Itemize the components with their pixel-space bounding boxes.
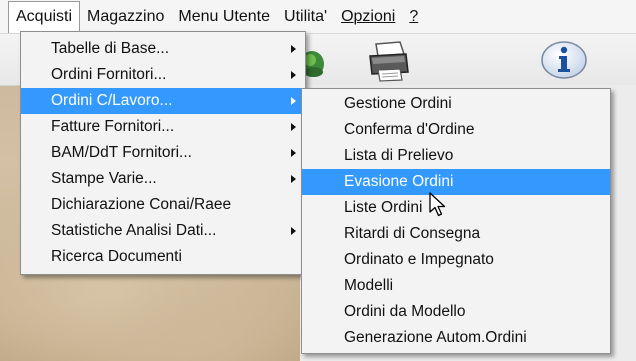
menu-item-bam-ddt-fornitori[interactable]: BAM/DdT Fornitori... xyxy=(21,140,305,166)
menu-item-ordini-clavoro[interactable]: Ordini C/Lavoro... xyxy=(21,88,305,114)
submenu-arrow-icon xyxy=(289,140,297,166)
menu-item-fatture-fornitori[interactable]: Fatture Fornitori... xyxy=(21,114,305,140)
submenu-item-liste-ordini[interactable]: Liste Ordini xyxy=(302,195,610,221)
submenu-arrow-icon xyxy=(289,166,297,192)
submenu-item-gestione-ordini[interactable]: Gestione Ordini xyxy=(302,91,610,117)
menu-item-label: Ricerca Documenti xyxy=(51,248,182,265)
submenu-item-lista-di-prelievo[interactable]: Lista di Prelievo xyxy=(302,143,610,169)
menu-item-label: BAM/DdT Fornitori... xyxy=(51,144,192,161)
info-icon[interactable] xyxy=(540,38,588,82)
submenu-item-ritardi-di-consegna[interactable]: Ritardi di Consegna xyxy=(302,221,610,247)
menu-acquisti[interactable]: Acquisti xyxy=(8,0,81,33)
submenu-item-conferma-ordine[interactable]: Conferma d'Ordine xyxy=(302,117,610,143)
submenu-item-modelli[interactable]: Modelli xyxy=(302,273,610,299)
menu-menu-utente[interactable]: Menu Utente xyxy=(171,2,277,32)
submenu-item-generazione-autom-ordini[interactable]: Generazione Autom.Ordini xyxy=(302,325,610,351)
acquisti-dropdown: Tabelle di Base... Ordini Fornitori... O… xyxy=(20,31,306,275)
menu-item-ricerca-documenti[interactable]: Ricerca Documenti xyxy=(21,244,305,270)
submenu-arrow-icon xyxy=(289,62,297,88)
menu-item-label: Statistiche Analisi Dati... xyxy=(51,222,217,239)
mouse-cursor-icon xyxy=(429,192,447,223)
submenu-arrow-icon xyxy=(289,218,297,244)
submenu-arrow-icon xyxy=(289,114,297,140)
menubar: Acquisti Magazzino Menu Utente Utilita' … xyxy=(0,0,636,34)
submenu-item-ordinato-e-impegnato[interactable]: Ordinato e Impegnato xyxy=(302,247,610,273)
menu-item-statistiche-analisi-dati[interactable]: Statistiche Analisi Dati... xyxy=(21,218,305,244)
menu-item-label: Fatture Fornitori... xyxy=(51,118,175,135)
menu-opzioni[interactable]: Opzioni xyxy=(334,2,402,32)
menu-magazzino[interactable]: Magazzino xyxy=(80,2,171,32)
submenu-arrow-icon xyxy=(289,88,297,114)
menu-item-dichiarazione-conai-raee[interactable]: Dichiarazione Conai/Raee xyxy=(21,192,305,218)
submenu-item-evasione-ordini[interactable]: Evasione Ordini xyxy=(302,169,610,195)
menu-item-label: Ordini Fornitori... xyxy=(51,66,167,83)
ordini-clavoro-submenu: Gestione Ordini Conferma d'Ordine Lista … xyxy=(301,88,611,354)
menu-item-label: Ordini C/Lavoro... xyxy=(51,92,173,109)
submenu-item-ordini-da-modello[interactable]: Ordini da Modello xyxy=(302,299,610,325)
menu-utilita[interactable]: Utilita' xyxy=(277,2,334,32)
menu-item-label: Dichiarazione Conai/Raee xyxy=(51,196,232,213)
menu-item-ordini-fornitori[interactable]: Ordini Fornitori... xyxy=(21,62,305,88)
menu-item-label: Tabelle di Base... xyxy=(51,40,170,57)
menu-item-label: Stampe Varie... xyxy=(51,170,157,187)
menu-help[interactable]: ? xyxy=(402,2,425,32)
menu-item-stampe-varie[interactable]: Stampe Varie... xyxy=(21,166,305,192)
menu-item-tabelle-di-base[interactable]: Tabelle di Base... xyxy=(21,36,305,62)
submenu-arrow-icon xyxy=(289,36,297,62)
printer-icon[interactable] xyxy=(366,40,412,82)
